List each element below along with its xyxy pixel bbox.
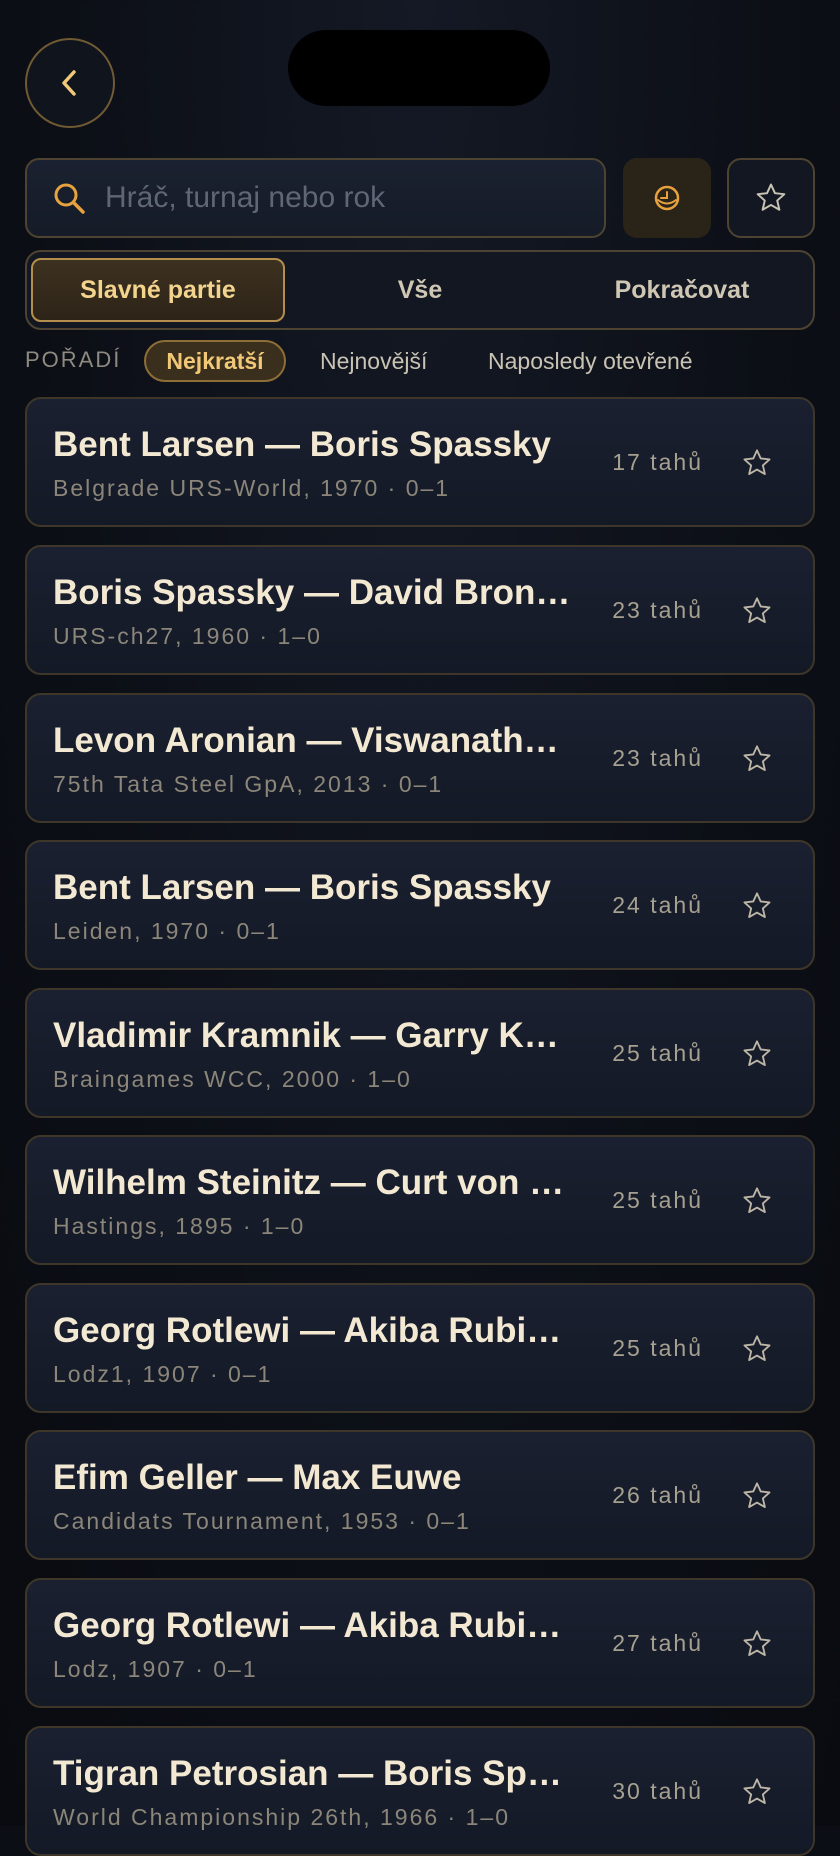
game-subtitle: Candidats Tournament, 1953 · 0–1 [53, 1508, 471, 1534]
move-count: 17 tahů [612, 449, 703, 475]
search-icon [54, 183, 85, 214]
game-title: Georg Rotlewi — Akiba Rubinstein [53, 1606, 573, 1645]
game-card[interactable]: Georg Rotlewi — Akiba Rubinstein Lodz1, … [25, 1283, 815, 1413]
clock-icon [654, 185, 680, 211]
search-input[interactable] [103, 180, 604, 216]
sort-newest[interactable]: Nejnovější [320, 340, 427, 382]
move-count: 25 tahů [612, 1335, 703, 1361]
game-title: Wilhelm Steinitz — Curt von Bardeleben [53, 1163, 573, 1202]
move-count: 25 tahů [612, 1040, 703, 1066]
game-subtitle: Lodz1, 1907 · 0–1 [53, 1361, 273, 1387]
star-icon[interactable] [741, 1776, 773, 1808]
star-icon[interactable] [741, 890, 773, 922]
history-button[interactable] [623, 158, 711, 238]
favorites-button[interactable] [727, 158, 815, 238]
move-count: 24 tahů [612, 892, 703, 918]
game-card[interactable]: Levon Aronian — Viswanathan Anand 75th T… [25, 693, 815, 823]
game-card[interactable]: Boris Spassky — David Bronstein URS-ch27… [25, 545, 815, 675]
move-count: 27 tahů [612, 1630, 703, 1656]
move-count: 30 tahů [612, 1778, 703, 1804]
back-button[interactable] [25, 38, 115, 128]
game-card[interactable]: Georg Rotlewi — Akiba Rubinstein Lodz, 1… [25, 1578, 815, 1708]
game-title: Boris Spassky — David Bronstein [53, 573, 573, 612]
star-icon[interactable] [741, 1038, 773, 1070]
move-count: 26 tahů [612, 1482, 703, 1508]
game-title: Vladimir Kramnik — Garry Kasparov [53, 1016, 573, 1055]
star-icon[interactable] [741, 447, 773, 479]
tab-all[interactable]: Vše [293, 258, 547, 322]
tab-famous-games[interactable]: Slavné partie [31, 258, 285, 322]
game-subtitle: Belgrade URS-World, 1970 · 0–1 [53, 475, 451, 501]
game-subtitle: World Championship 26th, 1966 · 1–0 [53, 1804, 510, 1830]
game-title: Efim Geller — Max Euwe [53, 1458, 462, 1497]
star-icon[interactable] [741, 595, 773, 627]
game-card[interactable]: Tigran Petrosian — Boris Spassky World C… [25, 1726, 815, 1856]
game-title: Georg Rotlewi — Akiba Rubinstein [53, 1311, 573, 1350]
game-card[interactable]: Efim Geller — Max Euwe Candidats Tournam… [25, 1430, 815, 1560]
sort-label: POŘADÍ [25, 347, 122, 372]
game-card[interactable]: Bent Larsen — Boris Spassky Belgrade URS… [25, 397, 815, 527]
tab-bar: Slavné partie Vše Pokračovat [25, 250, 815, 330]
star-icon[interactable] [741, 1628, 773, 1660]
star-icon[interactable] [741, 1480, 773, 1512]
game-subtitle: Hastings, 1895 · 1–0 [53, 1213, 306, 1239]
camera-notch [288, 30, 550, 106]
game-title: Bent Larsen — Boris Spassky [53, 425, 551, 464]
game-title: Levon Aronian — Viswanathan Anand [53, 721, 573, 760]
game-subtitle: Leiden, 1970 · 0–1 [53, 918, 281, 944]
search-bar[interactable] [25, 158, 606, 238]
sort-recently-opened[interactable]: Naposledy otevřené [488, 340, 693, 382]
chevron-left-icon [62, 70, 76, 96]
star-icon [756, 183, 786, 211]
game-subtitle: URS-ch27, 1960 · 1–0 [53, 623, 322, 649]
star-icon[interactable] [741, 1333, 773, 1365]
star-icon[interactable] [741, 1185, 773, 1217]
move-count: 25 tahů [612, 1187, 703, 1213]
game-title: Bent Larsen — Boris Spassky [53, 868, 551, 907]
move-count: 23 tahů [612, 597, 703, 623]
game-title: Tigran Petrosian — Boris Spassky [53, 1754, 573, 1793]
game-subtitle: Braingames WCC, 2000 · 1–0 [53, 1066, 412, 1092]
sort-shortest[interactable]: Nejkratší [144, 340, 286, 382]
tab-continue[interactable]: Pokračovat [555, 258, 809, 322]
game-card[interactable]: Bent Larsen — Boris Spassky Leiden, 1970… [25, 840, 815, 970]
game-card[interactable]: Wilhelm Steinitz — Curt von Bardeleben H… [25, 1135, 815, 1265]
move-count: 23 tahů [612, 745, 703, 771]
game-subtitle: Lodz, 1907 · 0–1 [53, 1656, 258, 1682]
game-subtitle: 75th Tata Steel GpA, 2013 · 0–1 [53, 771, 444, 797]
game-card[interactable]: Vladimir Kramnik — Garry Kasparov Braing… [25, 988, 815, 1118]
star-icon[interactable] [741, 743, 773, 775]
